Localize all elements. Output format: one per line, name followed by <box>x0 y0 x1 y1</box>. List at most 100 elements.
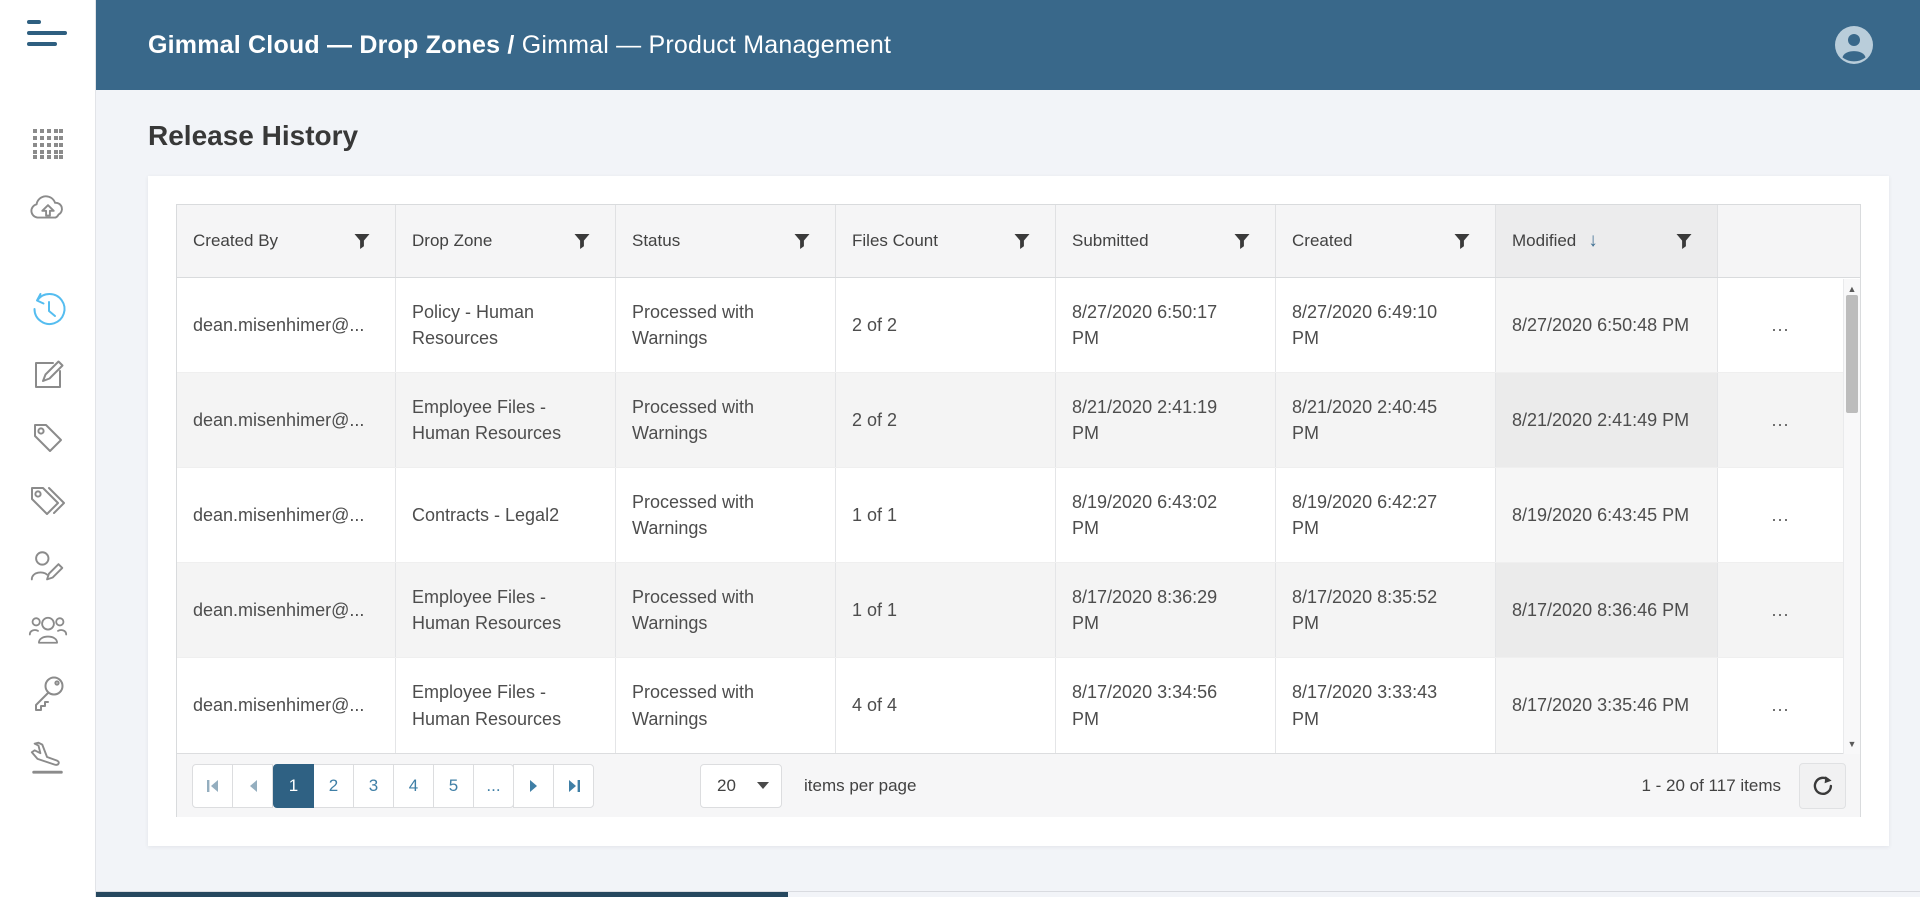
page-button[interactable]: 2 <box>313 764 354 808</box>
cell-files-count: 2 of 2 <box>835 373 1055 467</box>
column-header[interactable]: Status <box>615 205 835 277</box>
breadcrumb-primary: Gimmal Cloud — Drop Zones / <box>148 31 515 59</box>
page-button[interactable]: 4 <box>393 764 434 808</box>
breadcrumb[interactable]: Gimmal Cloud — Drop Zones / Gimmal — Pro… <box>148 31 891 60</box>
cell-modified: 8/19/2020 6:43:45 PM <box>1495 468 1717 562</box>
page-button[interactable]: 5 <box>433 764 474 808</box>
cell-files-count: 1 of 1 <box>835 563 1055 657</box>
page-button-group: 12345... <box>192 764 594 808</box>
page-button[interactable]: 3 <box>353 764 394 808</box>
filter-icon[interactable] <box>1013 232 1031 250</box>
page-button[interactable]: 1 <box>273 764 314 808</box>
cell-created: 8/21/2020 2:40:45 PM <box>1275 373 1495 467</box>
breadcrumb-secondary: Gimmal — Product Management <box>522 31 891 59</box>
first-page-button[interactable] <box>192 764 233 808</box>
cell-submitted: 8/19/2020 6:43:02 PM <box>1055 468 1275 562</box>
cell-created-by: dean.misenhimer@... <box>177 468 395 562</box>
column-header[interactable]: Created <box>1275 205 1495 277</box>
cell-submitted: 8/17/2020 3:34:56 PM <box>1055 658 1275 753</box>
cell-submitted: 8/27/2020 6:50:17 PM <box>1055 278 1275 372</box>
page-size-dropdown[interactable]: 20 <box>700 764 782 808</box>
cell-created: 8/17/2020 8:35:52 PM <box>1275 563 1495 657</box>
cell-files-count: 4 of 4 <box>835 658 1055 753</box>
filter-icon[interactable] <box>1453 232 1471 250</box>
tags-icon[interactable] <box>28 479 68 523</box>
cell-created: 8/27/2020 6:49:10 PM <box>1275 278 1495 372</box>
cell-status: Processed with Warnings <box>615 658 835 753</box>
user-edit-icon[interactable] <box>28 545 68 589</box>
cell-status: Processed with Warnings <box>615 278 835 372</box>
row-actions-button[interactable]: ... <box>1717 658 1843 753</box>
page-button[interactable]: ... <box>473 764 514 808</box>
column-label: Created <box>1292 231 1352 251</box>
row-actions-button[interactable]: ... <box>1717 468 1843 562</box>
pager-bar: 12345... 20 items per page 1 - 20 of 117… <box>177 753 1860 817</box>
column-label: Status <box>632 231 680 251</box>
row-actions-button[interactable]: ... <box>1717 278 1843 372</box>
cell-modified: 8/27/2020 6:50:48 PM <box>1495 278 1717 372</box>
cell-files-count: 1 of 1 <box>835 468 1055 562</box>
cell-created-by: dean.misenhimer@... <box>177 563 395 657</box>
filter-icon[interactable] <box>793 232 811 250</box>
cell-submitted: 8/21/2020 2:41:19 PM <box>1055 373 1275 467</box>
cell-modified: 8/17/2020 8:36:46 PM <box>1495 563 1717 657</box>
next-page-button[interactable] <box>513 764 554 808</box>
table-row: dean.misenhimer@... Contracts - Legal2 P… <box>177 468 1843 563</box>
row-actions-button[interactable]: ... <box>1717 373 1843 467</box>
column-header[interactable]: Submitted <box>1055 205 1275 277</box>
sort-desc-icon: ↓ <box>1588 230 1598 252</box>
column-label: Submitted <box>1072 231 1149 251</box>
column-header[interactable]: Created By <box>177 205 395 277</box>
cell-created-by: dean.misenhimer@... <box>177 658 395 753</box>
main-content: Release History Created By Drop Zone <box>96 90 1920 846</box>
column-label: Files Count <box>852 231 938 251</box>
refresh-button[interactable] <box>1799 763 1846 809</box>
release-history-card: Created By Drop Zone <box>148 176 1889 846</box>
table-row: dean.misenhimer@... Employee Files - Hum… <box>177 658 1843 753</box>
grid-body: dean.misenhimer@... Policy - Human Resou… <box>177 278 1860 753</box>
vertical-scrollbar[interactable]: ▲ ▼ <box>1843 279 1860 754</box>
column-header[interactable]: Modified ↓ <box>1495 205 1717 277</box>
sidebar <box>0 0 96 897</box>
hamburger-menu-icon[interactable] <box>27 20 69 56</box>
column-header[interactable]: Drop Zone <box>395 205 615 277</box>
last-page-button[interactable] <box>553 764 594 808</box>
filter-icon[interactable] <box>353 232 371 250</box>
cell-modified: 8/17/2020 3:35:46 PM <box>1495 658 1717 753</box>
chevron-down-icon <box>757 782 769 789</box>
cell-drop-zone: Employee Files - Human Resources <box>395 373 615 467</box>
apps-grid-icon[interactable] <box>28 122 68 166</box>
items-per-page-label: items per page <box>804 776 916 796</box>
filter-icon[interactable] <box>1233 232 1251 250</box>
scroll-down-icon[interactable]: ▼ <box>1844 736 1860 752</box>
cloud-upload-icon[interactable] <box>28 186 68 230</box>
cell-created-by: dean.misenhimer@... <box>177 373 395 467</box>
column-header[interactable]: Files Count <box>835 205 1055 277</box>
key-icon[interactable] <box>28 672 68 716</box>
table-row: dean.misenhimer@... Policy - Human Resou… <box>177 278 1843 373</box>
column-header[interactable] <box>1717 205 1860 277</box>
release-history-icon[interactable] <box>28 288 68 332</box>
page-title: Release History <box>148 120 1889 152</box>
plane-landing-icon[interactable] <box>28 735 68 779</box>
top-header-bar: Gimmal Cloud — Drop Zones / Gimmal — Pro… <box>96 0 1920 90</box>
background-window-edge <box>96 892 788 897</box>
cell-files-count: 2 of 2 <box>835 278 1055 372</box>
filter-icon[interactable] <box>1675 232 1693 250</box>
scrollbar-thumb[interactable] <box>1846 295 1858 413</box>
cell-status: Processed with Warnings <box>615 563 835 657</box>
filter-icon[interactable] <box>573 232 591 250</box>
tag-icon[interactable] <box>28 416 68 460</box>
pager-range-label: 1 - 20 of 117 items <box>1641 776 1781 796</box>
cell-created: 8/17/2020 3:33:43 PM <box>1275 658 1495 753</box>
cell-submitted: 8/17/2020 8:36:29 PM <box>1055 563 1275 657</box>
page-size-value: 20 <box>717 776 736 796</box>
prev-page-button[interactable] <box>232 764 273 808</box>
row-actions-button[interactable]: ... <box>1717 563 1843 657</box>
users-icon[interactable] <box>28 608 68 652</box>
cell-drop-zone: Contracts - Legal2 <box>395 468 615 562</box>
user-avatar-icon[interactable] <box>1834 25 1874 65</box>
cell-created: 8/19/2020 6:42:27 PM <box>1275 468 1495 562</box>
edit-icon[interactable] <box>28 352 68 396</box>
column-label: Modified <box>1512 231 1576 251</box>
